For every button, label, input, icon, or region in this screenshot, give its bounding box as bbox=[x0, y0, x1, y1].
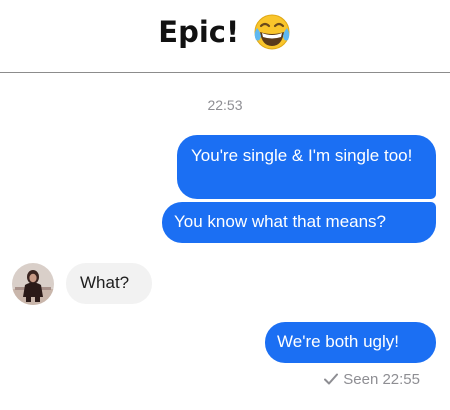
post-title: Epic! bbox=[158, 15, 240, 49]
seen-status-text: Seen 22:55 bbox=[343, 371, 420, 388]
avatar-photo bbox=[12, 263, 54, 305]
checkmark-icon bbox=[324, 373, 339, 385]
post-header: Epic! bbox=[0, 0, 450, 73]
outgoing-message-bubble[interactable]: You know what that means? bbox=[162, 202, 436, 243]
incoming-message-bubble[interactable]: What? bbox=[66, 263, 152, 304]
header-divider bbox=[0, 72, 450, 73]
title-row: Epic! bbox=[0, 12, 450, 52]
conversation-timestamp: 22:53 bbox=[207, 97, 243, 113]
outgoing-message-bubble[interactable]: You're single & I'm single too! bbox=[177, 135, 436, 199]
seen-status: Seen 22:55 bbox=[324, 371, 420, 388]
face-with-tears-of-joy-icon bbox=[254, 14, 290, 50]
outgoing-message-bubble[interactable]: We're both ugly! bbox=[265, 322, 436, 363]
contact-avatar[interactable] bbox=[12, 263, 54, 305]
